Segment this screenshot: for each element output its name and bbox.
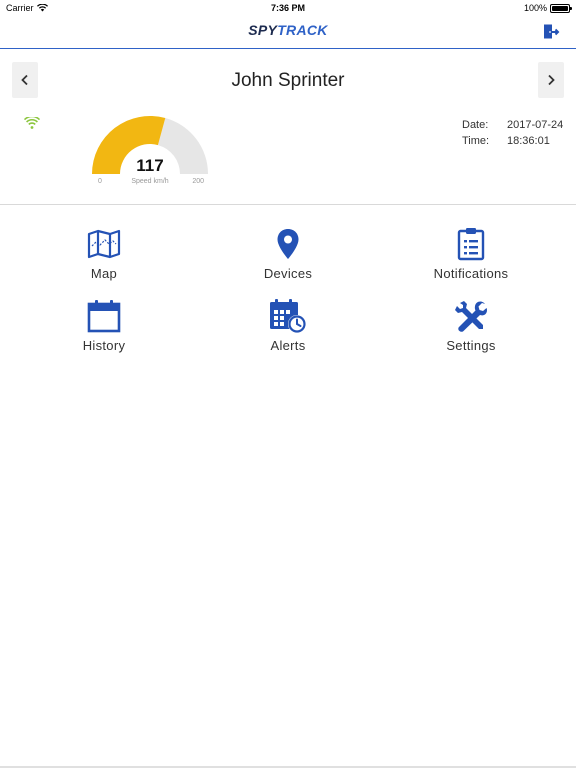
speed-max-label: 200 [192,178,204,185]
battery-percent: 100% [523,3,547,13]
menu-tile-history[interactable]: History [34,298,174,364]
menu-tile-alerts[interactable]: Alerts [218,298,358,364]
menu-label-history: History [82,338,126,353]
time-label: Time: [462,135,490,147]
logo-spy: SPY [248,22,278,38]
speed-value: 117 [136,156,164,175]
menu-tile-notifications[interactable]: Notifications [401,226,541,292]
map-icon [87,229,121,259]
navigation-bar: SPYTRACK [0,18,576,49]
logout-door-icon [544,24,560,39]
menu-label-alerts: Alerts [270,338,306,353]
location-pin-icon [277,229,299,259]
status-time: 7:36 PM [270,3,305,13]
menu-label-notifications: Notifications [433,266,509,281]
clipboard-icon [457,228,485,261]
speed-gauge: 117 0 Speed km/h 200 [88,112,212,192]
date-time-info: Date: 2017-07-24 Time: 18:36:01 [462,117,563,149]
date-value: 2017-07-24 [507,119,564,131]
menu-label-settings: Settings [446,338,496,353]
section-divider [0,204,576,205]
calendar-clock-icon [270,299,306,333]
battery-icon [550,3,572,13]
next-driver-button[interactable] [538,62,564,98]
calendar-icon [87,300,121,333]
menu-label-devices: Devices [263,266,313,281]
menu-label-map: Map [90,266,118,281]
status-bar: Carrier 7:36 PM 100% [0,0,576,18]
menu-tile-settings[interactable]: Settings [401,298,541,364]
logout-button[interactable] [542,23,560,41]
driver-name: John Sprinter [231,70,345,91]
battery-info: 100% [523,3,572,13]
app-logo: SPYTRACK [0,22,576,38]
chevron-right-icon [548,74,555,86]
driver-selector: John Sprinter [0,62,576,98]
menu-tile-devices[interactable]: Devices [218,226,358,292]
menu-tile-map[interactable]: Map [34,226,174,292]
date-label: Date: [462,119,489,131]
tools-icon [455,301,487,332]
time-value: 18:36:01 [507,135,550,147]
logo-track: TRACK [277,22,328,38]
signal-icon [23,115,41,129]
